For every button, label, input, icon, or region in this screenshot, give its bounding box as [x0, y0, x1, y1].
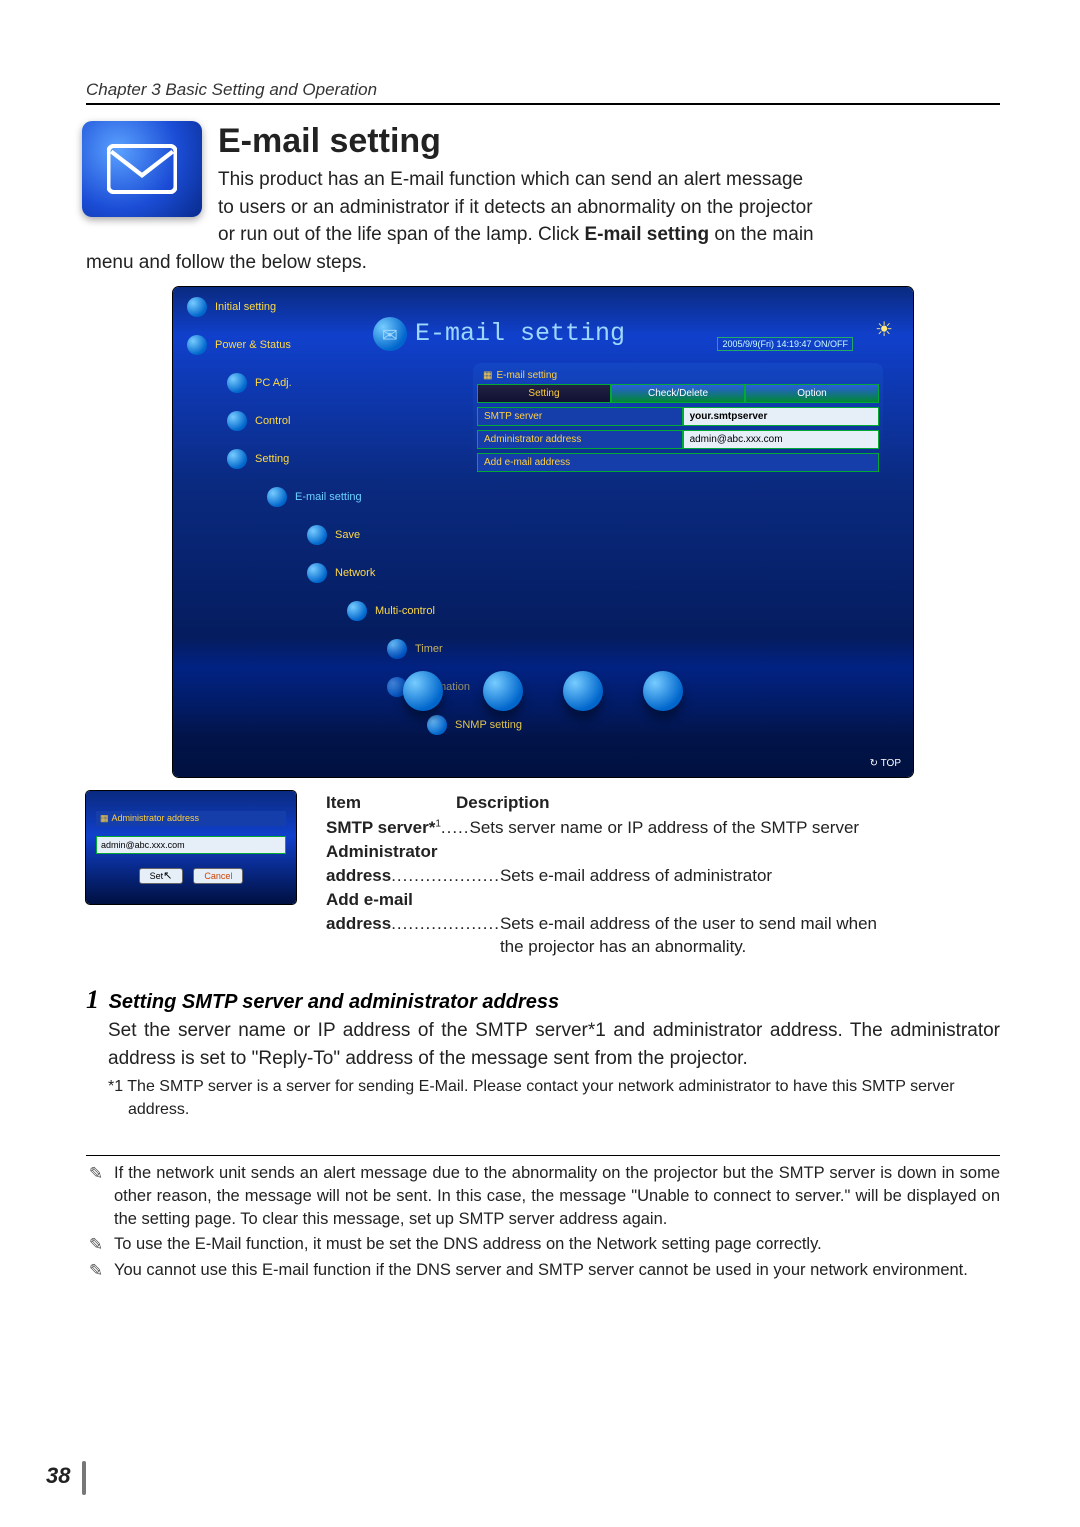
- admin-address-dialog: ▦Administrator address admin@abc.xxx.com…: [86, 791, 296, 904]
- grid-icon: ▦: [483, 370, 492, 381]
- divider: [86, 1155, 1000, 1156]
- grid-icon: ▦: [100, 813, 109, 824]
- nav-email-setting[interactable]: E-mail setting: [267, 487, 522, 507]
- step-heading: 1 Setting SMTP server and administrator …: [86, 985, 1000, 1015]
- dock: [173, 637, 913, 737]
- admin-address-input[interactable]: admin@abc.xxx.com: [683, 430, 879, 449]
- nav-multi-control[interactable]: Multi-control: [347, 601, 522, 621]
- chapter-header: Chapter 3 Basic Setting and Operation: [86, 80, 1000, 105]
- nav-save[interactable]: Save: [307, 525, 522, 545]
- monitor-icon: [227, 373, 247, 393]
- save-icon: [307, 525, 327, 545]
- set-button[interactable]: Set↖: [139, 868, 184, 884]
- step-number: 1: [86, 985, 99, 1015]
- pencil-icon: ✎: [86, 1233, 106, 1257]
- settings-description-table: Item Description SMTP server*1 ..... Set…: [326, 791, 1000, 960]
- screen-title: ✉ E-mail setting: [373, 317, 625, 351]
- smtp-server-input[interactable]: your.smtpserver: [683, 407, 879, 426]
- pencil-icon: ✎: [86, 1259, 106, 1283]
- smtp-server-label: SMTP server: [477, 407, 683, 426]
- nav-initial-setting[interactable]: Initial setting: [187, 297, 522, 317]
- sun-icon: ☀: [875, 317, 893, 342]
- power-icon: [187, 335, 207, 355]
- table-row: address ................... Sets e-mail …: [326, 912, 1000, 936]
- note-item: ✎ If the network unit sends an alert mes…: [86, 1162, 1000, 1231]
- control-icon: [227, 411, 247, 431]
- top-link[interactable]: ↻ TOP: [870, 758, 901, 769]
- admin-address-label: Administrator address: [477, 430, 683, 449]
- cursor-icon: ↖: [163, 870, 172, 882]
- page-title: E-mail setting: [218, 121, 1000, 166]
- email-icon: [82, 121, 202, 217]
- tab-check-delete[interactable]: Check/Delete: [611, 384, 745, 403]
- dock-icon[interactable]: [643, 671, 683, 711]
- note-item: ✎ You cannot use this E-mail function if…: [86, 1259, 1000, 1283]
- col-item: Item: [326, 791, 456, 815]
- dock-icon[interactable]: [483, 671, 523, 711]
- status-bar: 2005/9/9(Fri) 14:19:47 ON/OFF: [717, 337, 853, 351]
- col-description: Description: [456, 791, 550, 815]
- envelope-icon: ✉: [373, 317, 407, 351]
- dock-icon[interactable]: [563, 671, 603, 711]
- panel-title: ▦E-mail setting: [477, 367, 879, 384]
- multi-icon: [347, 601, 367, 621]
- app-screenshot: Initial setting Power & Status PC Adj. C…: [173, 287, 913, 777]
- admin-address-field[interactable]: admin@abc.xxx.com: [96, 836, 286, 854]
- table-row: SMTP server*1 ..... Sets server name or …: [326, 816, 1000, 840]
- page-number: 38: [46, 1463, 70, 1489]
- step-body: Set the server name or IP address of the…: [108, 1017, 1000, 1072]
- table-row: address ................... Sets e-mail …: [326, 864, 1000, 888]
- intro-paragraph: This product has an E-mail function whic…: [86, 166, 1000, 276]
- email-setting-panel: ▦E-mail setting Setting Check/Delete Opt…: [473, 363, 883, 480]
- add-email-button[interactable]: Add e-mail address: [477, 453, 879, 472]
- table-row: Administrator: [326, 840, 1000, 864]
- cancel-button[interactable]: Cancel: [193, 868, 243, 884]
- table-row: Add e-mail: [326, 888, 1000, 912]
- wrench-icon: [227, 449, 247, 469]
- gear-icon: [187, 297, 207, 317]
- pencil-icon: ✎: [86, 1162, 106, 1231]
- footnote: *1 The SMTP server is a server for sendi…: [108, 1076, 1000, 1121]
- tab-option[interactable]: Option: [745, 384, 879, 403]
- nav-network[interactable]: Network: [307, 563, 522, 583]
- dialog-title: ▦Administrator address: [96, 811, 286, 826]
- network-icon: [307, 563, 327, 583]
- dock-icon[interactable]: [403, 671, 443, 711]
- table-row: address ................... the projecto…: [326, 935, 1000, 959]
- envelope-icon: [267, 487, 287, 507]
- tab-setting[interactable]: Setting: [477, 384, 611, 403]
- note-item: ✎ To use the E-Mail function, it must be…: [86, 1233, 1000, 1257]
